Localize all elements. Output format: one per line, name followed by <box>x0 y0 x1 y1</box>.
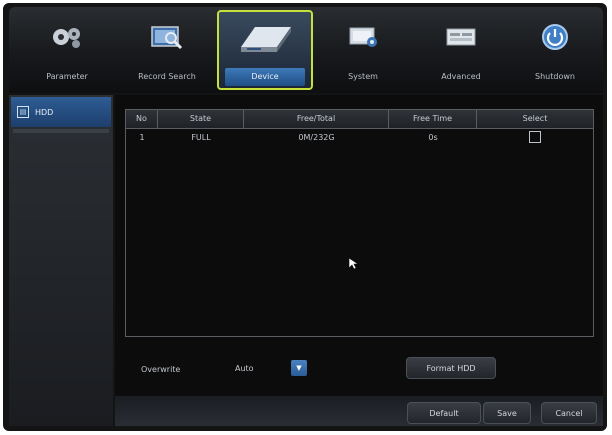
tab-system[interactable]: System <box>315 7 411 93</box>
overwrite-label: Overwrite <box>141 365 181 374</box>
sidebar-item-hdd[interactable]: ▤ HDD <box>11 97 111 127</box>
sidebar-divider <box>13 129 109 133</box>
tab-shutdown[interactable]: Shutdown <box>507 7 603 93</box>
table-row[interactable]: 1 FULL 0M/232G 0s <box>126 129 593 147</box>
column-header-state: State <box>158 110 244 128</box>
column-header-free-total: Free/Total <box>244 110 389 128</box>
column-header-free-time: Free Time <box>389 110 477 128</box>
column-header-select: Select <box>522 114 548 123</box>
cell-free-time: 0s <box>428 133 438 142</box>
column-header-no: No <box>126 110 158 128</box>
overwrite-value: Auto <box>235 364 254 373</box>
chevron-down-icon[interactable]: ▼ <box>291 360 307 376</box>
hdd-icon: ▤ <box>17 106 29 118</box>
gears-icon <box>19 23 115 51</box>
power-icon <box>507 23 603 51</box>
cancel-button[interactable]: Cancel <box>541 402 597 424</box>
format-hdd-button[interactable]: Format HDD <box>406 357 496 379</box>
tab-label: Device <box>251 72 279 81</box>
sidebar: ▤ HDD <box>9 95 113 426</box>
hdd-table: No State Free/Total Free Time Select 1 F… <box>125 109 594 337</box>
cell-no: 1 <box>139 133 145 142</box>
bottom-bar: Default Save Cancel <box>115 396 603 426</box>
tab-device[interactable]: Device <box>217 10 313 90</box>
cell-free-total: 0M/232G <box>298 133 335 142</box>
default-button[interactable]: Default <box>407 402 481 424</box>
main-toolbar: Parameter Record Search Device System Ad… <box>9 7 603 93</box>
save-button[interactable]: Save <box>483 402 531 424</box>
cell-state: FULL <box>191 133 211 142</box>
tab-label: Record Search <box>138 72 196 81</box>
overwrite-dropdown[interactable]: Auto ▼ <box>225 358 309 378</box>
tab-advanced[interactable]: Advanced <box>413 7 509 93</box>
cell-select <box>477 129 593 147</box>
dvr-window: Parameter Record Search Device System Ad… <box>3 3 607 431</box>
tab-label: System <box>348 72 378 81</box>
tab-label: Parameter <box>46 72 88 81</box>
sidebar-item-label: HDD <box>35 107 54 117</box>
advanced-icon <box>413 23 509 51</box>
tab-record-search[interactable]: Record Search <box>119 7 215 93</box>
system-monitor-icon <box>315 23 411 51</box>
hdd-device-icon <box>219 24 311 52</box>
hdd-panel: No State Free/Total Free Time Select 1 F… <box>115 95 603 426</box>
record-search-icon <box>119 23 215 51</box>
tab-parameter[interactable]: Parameter <box>19 7 115 93</box>
select-checkbox[interactable] <box>529 130 541 143</box>
table-header: No State Free/Total Free Time Select <box>126 110 593 129</box>
tab-label: Shutdown <box>535 72 575 81</box>
tab-label: Advanced <box>441 72 481 81</box>
